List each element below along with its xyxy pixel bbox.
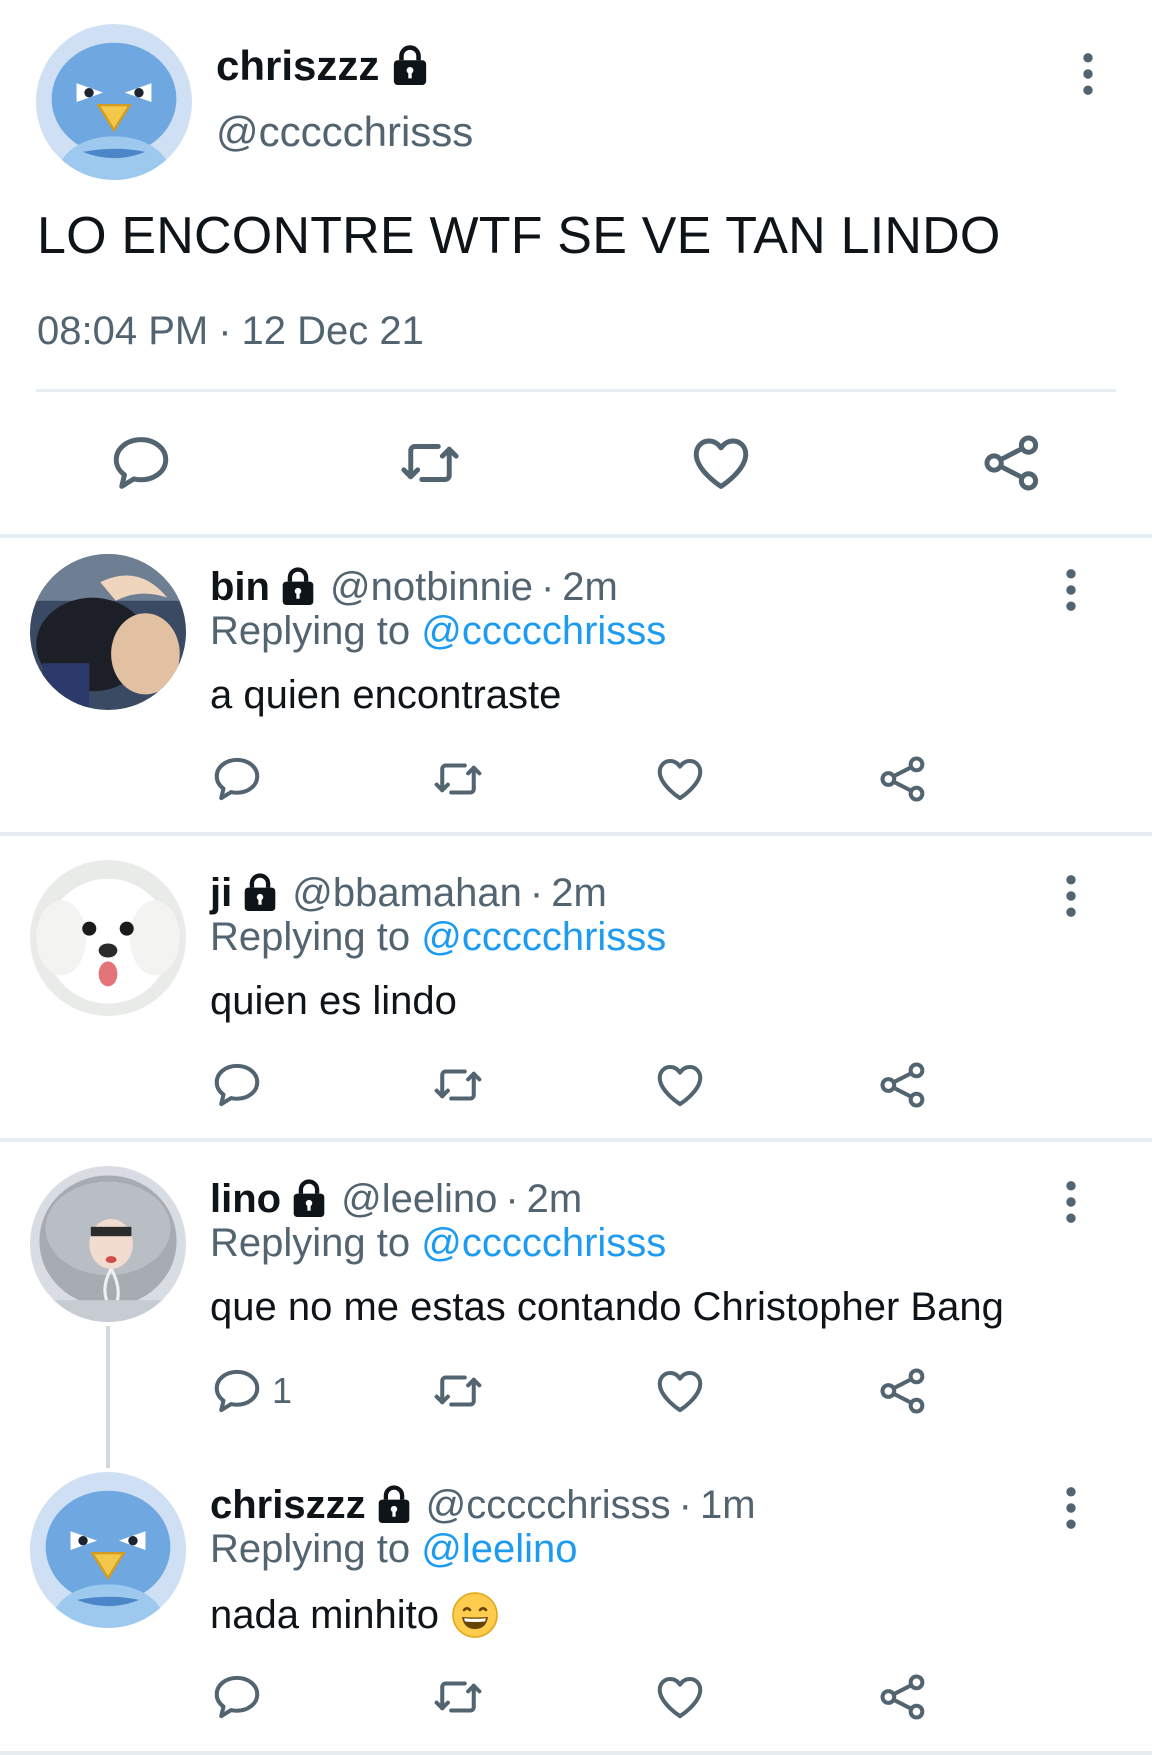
avatar[interactable] [30, 554, 186, 710]
heart-icon[interactable] [688, 430, 754, 496]
mention-link[interactable]: @ccccchrisss [421, 609, 666, 653]
reply-text: quien es lindo [210, 979, 457, 1024]
reply-time: 2m [562, 564, 618, 609]
avatar[interactable] [30, 1472, 186, 1628]
more-vertical-icon[interactable] [1056, 874, 1086, 918]
mention-link[interactable]: @ccccchrisss [421, 1221, 666, 1265]
divider [36, 389, 1116, 392]
reply-time: 2m [526, 1176, 583, 1221]
reply-tweet[interactable]: bin @notbinnie · 2m Replying to @ccccchr… [0, 538, 1152, 832]
display-name[interactable]: lino [210, 1177, 281, 1222]
reply-text-content: nada minhito [210, 1592, 440, 1637]
tweet-time: 08:04 PM [37, 309, 209, 353]
reply-icon[interactable] [108, 430, 174, 496]
reply-actions [0, 1670, 1152, 1726]
reply-icon[interactable] [210, 1364, 264, 1418]
retweet-icon[interactable] [431, 752, 485, 806]
reply-actions [0, 1058, 1152, 1114]
tweet-date: 12 Dec 21 [241, 309, 424, 353]
reply-time: 2m [551, 870, 607, 915]
tweet-timestamp: 08:04 PM · 12 Dec 21 [37, 309, 424, 354]
reply-time: 1m [700, 1482, 756, 1527]
divider [0, 1751, 1152, 1755]
reply-header: ji @bbamahan · 2m [210, 868, 607, 918]
reply-text: nada minhito [210, 1591, 499, 1639]
reply-header: bin @notbinnie · 2m [210, 562, 618, 612]
replying-label: Replying to [210, 1221, 422, 1265]
display-name[interactable]: chriszzz [210, 1483, 366, 1528]
divider [0, 832, 1152, 836]
handle[interactable]: @ccccchrisss [216, 108, 473, 156]
more-vertical-icon[interactable] [1056, 568, 1086, 612]
avatar[interactable] [36, 24, 192, 180]
reply-header: chriszzz @ccccchrisss · 1m [210, 1480, 756, 1530]
separator: · [540, 564, 555, 609]
reply-icon[interactable] [210, 752, 264, 806]
mention-link[interactable]: @leelino [421, 1527, 577, 1571]
author-row: chriszzz [216, 40, 429, 92]
reply-icon[interactable] [210, 1058, 264, 1112]
handle[interactable]: @bbamahan [292, 871, 522, 916]
reply-count: 1 [272, 1370, 293, 1411]
share-icon[interactable] [876, 1670, 930, 1724]
replying-to: Replying to @leelino [210, 1527, 577, 1572]
reply-tweet[interactable]: lino @leelino · 2m Replying to @ccccchri… [0, 1150, 1152, 1450]
reply-icon[interactable] [210, 1670, 264, 1724]
separator: · [678, 1482, 692, 1527]
share-icon[interactable] [979, 430, 1045, 496]
more-vertical-icon[interactable] [1056, 1180, 1086, 1224]
reply-actions: 1 [0, 1364, 1152, 1420]
avatar[interactable] [30, 860, 186, 1016]
reply-tweet[interactable]: ji @bbamahan · 2m Replying to @ccccchris… [0, 844, 1152, 1138]
replying-to: Replying to @ccccchrisss [210, 1221, 666, 1266]
reply-text: que no me estas contando Christopher Ban… [210, 1285, 1004, 1330]
retweet-icon[interactable] [397, 430, 463, 496]
heart-icon[interactable] [653, 752, 707, 806]
retweet-icon[interactable] [431, 1670, 485, 1724]
more-vertical-icon[interactable] [1056, 1486, 1086, 1530]
grinning-face-emoji [452, 1592, 498, 1638]
divider [0, 1138, 1152, 1142]
avatar[interactable] [30, 1166, 186, 1322]
tweet-actions [0, 430, 1152, 496]
display-name[interactable]: chriszzz [216, 42, 379, 90]
lock-icon [391, 45, 429, 87]
lock-icon [242, 873, 278, 913]
mention-link[interactable]: @ccccchrisss [421, 915, 666, 959]
lock-icon [291, 1179, 327, 1219]
replying-to: Replying to @ccccchrisss [210, 609, 666, 654]
lock-icon [280, 567, 316, 607]
replying-label: Replying to [210, 915, 422, 959]
reply-text-content: quien es lindo [210, 979, 457, 1023]
heart-icon[interactable] [653, 1058, 707, 1112]
heart-icon[interactable] [653, 1364, 707, 1418]
display-name[interactable]: bin [210, 565, 270, 610]
retweet-icon[interactable] [431, 1364, 485, 1418]
reply-text-content: a quien encontraste [210, 673, 562, 717]
reply-text-content: que no me estas contando Christopher Ban… [210, 1285, 1004, 1329]
lock-icon [376, 1485, 412, 1525]
handle[interactable]: @ccccchrisss [426, 1483, 671, 1528]
tweet-text: LO ENCONTRE WTF SE VE TAN LINDO [37, 207, 1001, 265]
handle[interactable]: @notbinnie [330, 565, 533, 610]
share-icon[interactable] [876, 1364, 930, 1418]
main-tweet: chriszzz @ccccchrisss LO ENCONTRE WTF SE… [0, 0, 1152, 534]
share-icon[interactable] [876, 752, 930, 806]
reply-tweet[interactable]: chriszzz @ccccchrisss · 1m Replying to @… [0, 1456, 1152, 1746]
separator: · [218, 309, 232, 353]
replying-label: Replying to [210, 609, 422, 653]
replying-label: Replying to [210, 1527, 422, 1571]
separator: · [505, 1176, 519, 1221]
more-vertical-icon[interactable] [1073, 52, 1103, 96]
reply-actions [0, 752, 1152, 808]
separator: · [529, 870, 544, 915]
reply-text: a quien encontraste [210, 673, 561, 718]
share-icon[interactable] [876, 1058, 930, 1112]
heart-icon[interactable] [653, 1670, 707, 1724]
display-name[interactable]: ji [210, 871, 232, 916]
reply-header: lino @leelino · 2m [210, 1174, 582, 1224]
retweet-icon[interactable] [431, 1058, 485, 1112]
replying-to: Replying to @ccccchrisss [210, 915, 666, 960]
handle[interactable]: @leelino [341, 1177, 497, 1222]
